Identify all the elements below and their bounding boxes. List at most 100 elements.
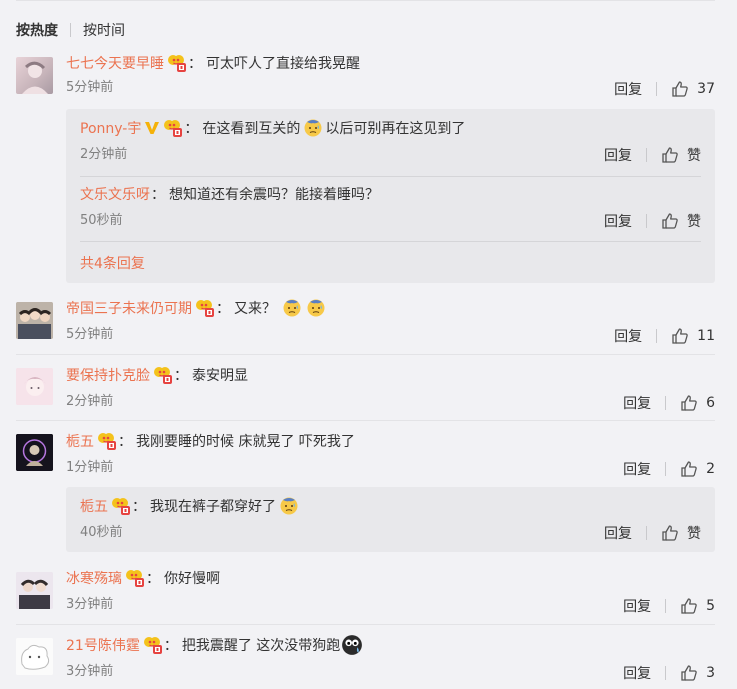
action-separator: [665, 462, 667, 476]
comment-actions: 回复 11: [614, 326, 715, 346]
sort-by-hot-tab[interactable]: 按热度: [16, 20, 58, 40]
comment-time: 5分钟前: [66, 80, 114, 95]
reply-text-continued: 以后可别再在这见到了: [325, 121, 466, 137]
username-link[interactable]: Ponny-宇: [80, 118, 141, 138]
reply-text: 想知道还有余震吗？能接着睡吗？: [169, 187, 379, 203]
comment-actions: 回复 3: [623, 663, 715, 683]
action-separator: [665, 666, 667, 680]
like-button[interactable]: 3: [680, 664, 715, 682]
reply-button[interactable]: 回复: [614, 79, 642, 99]
reply-box: Ponny-宇 ： 在这看到互关的 以后可别再在这见到了 2分钟前 回复 赞 文…: [66, 109, 715, 283]
comment-time: 5分钟前: [66, 327, 114, 342]
reply-button[interactable]: 回复: [604, 145, 632, 165]
thumbs-up-icon: [661, 524, 679, 542]
thumbs-up-icon: [671, 327, 689, 345]
comment-actions: 回复 2: [623, 459, 715, 479]
avatar[interactable]: [16, 638, 53, 675]
username-link[interactable]: 帝国三子未来仍可期: [66, 298, 192, 318]
action-separator: [646, 148, 647, 162]
colon: ：: [118, 434, 132, 450]
comment-actions: 回复 6: [623, 393, 715, 413]
like-count: 5: [706, 598, 715, 614]
colon: ：: [132, 499, 146, 515]
reply-text: 在这看到互关的: [202, 121, 301, 137]
username-link[interactable]: 栀五: [66, 431, 94, 451]
reply-item: 文乐文乐呀 ： 想知道还有余震吗？能接着睡吗？ 50秒前 回复 赞: [80, 184, 701, 240]
sweat-emoji-icon: [303, 118, 323, 138]
like-button[interactable]: 6: [680, 394, 715, 412]
comment-text: 我刚要睡的时候 床就晃了 吓死我了: [136, 434, 355, 450]
thumbs-up-icon: [680, 460, 698, 478]
colon: ：: [216, 301, 230, 317]
reply-time: 50秒前: [80, 213, 123, 228]
reply-button[interactable]: 回复: [604, 523, 632, 543]
reply-actions: 回复 赞: [604, 145, 701, 165]
like-button[interactable]: 37: [671, 80, 715, 98]
view-more-replies-link[interactable]: 共4条回复: [80, 253, 145, 273]
username-link[interactable]: 要保持扑克脸: [66, 365, 150, 385]
like-label: 赞: [687, 214, 701, 230]
like-label: 赞: [687, 148, 701, 164]
avatar[interactable]: [16, 572, 53, 609]
reply-button[interactable]: 回复: [614, 326, 642, 346]
like-count: 37: [697, 81, 715, 97]
comment-text: 泰安明显: [192, 368, 248, 384]
username-link[interactable]: 七七今天要早睡: [66, 53, 164, 73]
avatar[interactable]: [16, 57, 53, 94]
comment-item: 21号陈伟霆 ： 把我震醒了 这次没带狗跑 3分钟前 回复 3: [16, 624, 715, 689]
comment-text: 你好慢啊: [164, 571, 220, 587]
reply-button[interactable]: 回复: [623, 663, 651, 683]
thumbs-up-icon: [661, 212, 679, 230]
reply-time: 2分钟前: [80, 147, 128, 162]
comment-actions: 回复 5: [623, 596, 715, 616]
reply-button[interactable]: 回复: [623, 596, 651, 616]
colon: ：: [174, 368, 188, 384]
comment-time: 2分钟前: [66, 394, 114, 409]
avatar[interactable]: [16, 368, 53, 405]
reply-item: Ponny-宇 ： 在这看到互关的 以后可别再在这见到了 2分钟前 回复 赞: [80, 118, 701, 174]
comment-text: 可太吓人了直接给我晃醒: [206, 56, 360, 72]
sweat-emoji-icon: [282, 298, 302, 318]
colon: ：: [151, 187, 165, 203]
username-link[interactable]: 21号陈伟霆: [66, 635, 140, 655]
like-button[interactable]: 5: [680, 597, 715, 615]
thumbs-up-icon: [671, 80, 689, 98]
comment-item: 帝国三子未来仍可期 ： 又来？ 5分钟前 回复 11: [16, 298, 715, 354]
username-link[interactable]: 栀五: [80, 496, 108, 516]
reply-button[interactable]: 回复: [604, 211, 632, 231]
member-badge-icon: [143, 635, 163, 655]
member-badge-icon: [97, 431, 117, 451]
reply-divider: [80, 176, 701, 177]
action-separator: [646, 526, 647, 540]
doge-emoji-icon: [341, 634, 363, 656]
username-link[interactable]: 冰寒殇璃: [66, 568, 122, 588]
action-separator: [646, 214, 647, 228]
avatar[interactable]: [16, 434, 53, 471]
comment-text: 又来？: [234, 301, 276, 317]
like-count: 6: [706, 395, 715, 411]
member-badge-icon: [153, 365, 173, 385]
like-button[interactable]: 11: [671, 327, 715, 345]
action-separator: [665, 396, 667, 410]
avatar[interactable]: [16, 302, 53, 339]
username-link[interactable]: 文乐文乐呀: [80, 184, 150, 204]
action-separator: [656, 329, 658, 343]
comment-item: 要保持扑克脸 ： 泰安明显 2分钟前 回复 6: [16, 354, 715, 420]
like-button[interactable]: 赞: [661, 211, 701, 231]
like-button[interactable]: 赞: [661, 523, 701, 543]
comment-time: 3分钟前: [66, 597, 114, 612]
comment-text: 把我震醒了 这次没带狗跑: [181, 638, 341, 654]
sweat-emoji-icon: [279, 496, 299, 516]
member-badge-icon: [195, 298, 215, 318]
reply-button[interactable]: 回复: [623, 459, 651, 479]
top-divider: [16, 0, 715, 1]
like-button[interactable]: 2: [680, 460, 715, 478]
like-button[interactable]: 赞: [661, 145, 701, 165]
action-separator: [656, 82, 658, 96]
sort-by-time-tab[interactable]: 按时间: [83, 20, 125, 40]
reply-actions: 回复 赞: [604, 523, 701, 543]
member-badge-icon: [163, 118, 183, 138]
action-separator: [665, 599, 667, 613]
reply-button[interactable]: 回复: [623, 393, 651, 413]
reply-item: 栀五 ： 我现在裤子都穿好了 40秒前 回复 赞: [80, 496, 701, 546]
